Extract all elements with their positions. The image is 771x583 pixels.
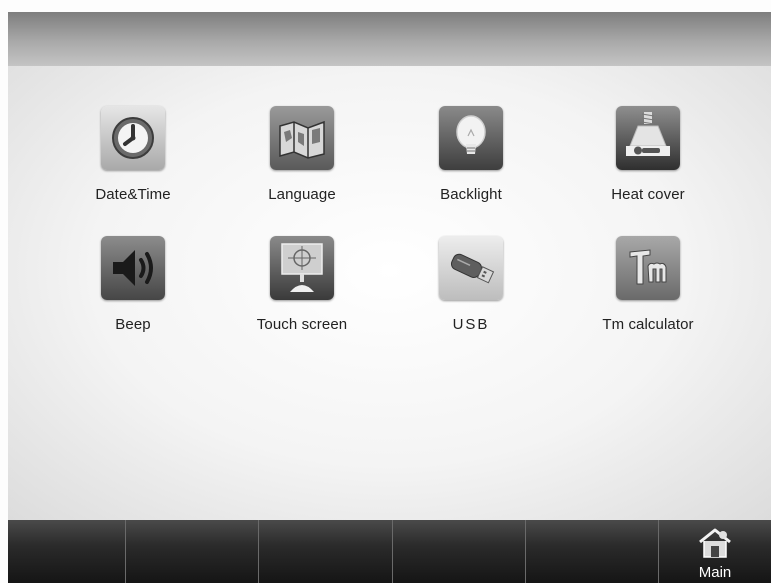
nav-slot-empty — [259, 520, 393, 583]
touch-screen-label: Touch screen — [256, 316, 348, 333]
main-button[interactable]: Main — [659, 520, 771, 583]
beep-tile[interactable]: Beep — [53, 236, 213, 356]
home-icon — [699, 528, 731, 558]
backlight-tile[interactable]: Backlight — [391, 106, 551, 226]
usb-tile[interactable]: USB — [391, 236, 551, 356]
bottom-nav-bar: Main — [8, 520, 771, 583]
screen-frame: Date&Time Language Backlight Heat cover … — [0, 0, 771, 583]
tm-calculator-icon — [616, 236, 680, 300]
tm-calculator-label: Tm calculator — [602, 316, 694, 333]
touch-screen-tile[interactable]: Touch screen — [222, 236, 382, 356]
clock-icon — [101, 106, 165, 170]
heat-cover-tile[interactable]: Heat cover — [568, 106, 728, 226]
nav-slot-empty — [8, 520, 126, 583]
title-bar — [8, 12, 771, 66]
nav-slot-empty — [393, 520, 526, 583]
tm-calculator-tile[interactable]: Tm calculator — [568, 236, 728, 356]
heat-cover-label: Heat cover — [611, 186, 685, 203]
lightbulb-icon — [439, 106, 503, 170]
language-tile[interactable]: Language — [222, 106, 382, 226]
nav-slot-empty — [126, 520, 260, 583]
language-label: Language — [268, 186, 336, 203]
settings-panel: Date&Time Language Backlight Heat cover … — [8, 66, 771, 520]
date-time-tile[interactable]: Date&Time — [53, 106, 213, 226]
usb-label: USB — [452, 316, 490, 333]
date-time-label: Date&Time — [95, 186, 171, 203]
touch-screen-icon — [270, 236, 334, 300]
heat-cover-icon — [616, 106, 680, 170]
nav-slot-empty — [526, 520, 659, 583]
backlight-label: Backlight — [440, 186, 502, 203]
beep-label: Beep — [115, 316, 151, 333]
main-label: Main — [698, 564, 732, 581]
speaker-icon — [101, 236, 165, 300]
map-icon — [270, 106, 334, 170]
usb-drive-icon — [439, 236, 503, 300]
